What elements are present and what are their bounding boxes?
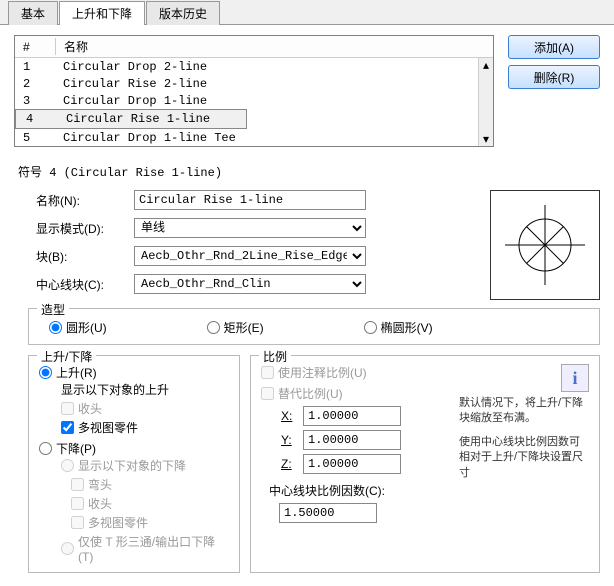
drop-radio[interactable]: 下降(P) xyxy=(39,440,229,457)
rise-soffit: 收头 xyxy=(61,400,229,417)
remove-button[interactable]: 删除(R) xyxy=(508,65,600,89)
block-select[interactable]: Aecb_Othr_Rnd_2Line_Rise_Edge xyxy=(134,246,366,266)
center-factor-input[interactable] xyxy=(279,503,377,523)
rise-show-label: 显示以下对象的上升 xyxy=(61,381,229,398)
name-label: 名称(N): xyxy=(14,192,134,209)
display-mode-label: 显示模式(D): xyxy=(14,220,134,237)
scroll-down-icon[interactable]: ▾ xyxy=(483,132,489,146)
row-num: 1 xyxy=(15,60,55,74)
row-name: Circular Rise 1-line xyxy=(58,112,244,126)
table-row[interactable]: 1Circular Drop 2-line xyxy=(15,58,478,75)
y-input[interactable] xyxy=(303,430,401,450)
tab-rise-drop[interactable]: 上升和下降 xyxy=(59,1,145,25)
symbol-table[interactable]: # 名称 1Circular Drop 2-line2Circular Rise… xyxy=(14,35,494,147)
shape-circle[interactable]: 圆形(U) xyxy=(49,319,107,336)
col-header-num[interactable]: # xyxy=(15,40,55,54)
scrollbar[interactable]: ▴ ▾ xyxy=(478,58,493,146)
center-block-label: 中心线块(C): xyxy=(14,276,134,293)
table-row[interactable]: 3Circular Drop 1-line xyxy=(15,92,478,109)
table-row[interactable]: 2Circular Rise 2-line xyxy=(15,75,478,92)
drop-show-label: 显示以下对象的下降 xyxy=(61,457,229,474)
rise-mv-part[interactable]: 多视图零件 xyxy=(61,419,229,436)
scale-legend: 比例 xyxy=(259,348,291,365)
row-num: 3 xyxy=(15,94,55,108)
table-row[interactable]: 5Circular Drop 1-line Tee xyxy=(15,129,478,146)
row-name: Circular Rise 2-line xyxy=(55,77,478,91)
info-text-1: 默认情况下，将上升/下降块缩放至布满。 xyxy=(459,396,589,427)
info-text-2: 使用中心线块比例因数可相对于上升/下降块设置尺寸 xyxy=(459,435,589,481)
display-mode-select[interactable]: 单线 xyxy=(134,218,366,238)
y-label: Y: xyxy=(261,433,303,447)
row-name: Circular Drop 1-line xyxy=(55,94,478,108)
anno-scale: 使用注释比例(U) xyxy=(261,364,451,381)
rise-drop-legend: 上升/下降 xyxy=(37,348,96,365)
shape-legend: 造型 xyxy=(37,301,69,318)
scroll-up-icon[interactable]: ▴ xyxy=(483,58,489,72)
drop-bend: 弯头 xyxy=(71,476,229,493)
drop-mv-part: 多视图零件 xyxy=(71,514,229,531)
rise-radio[interactable]: 上升(R) xyxy=(39,364,229,381)
tab-history[interactable]: 版本历史 xyxy=(146,1,220,25)
add-button[interactable]: 添加(A) xyxy=(508,35,600,59)
table-row[interactable]: 4Circular Rise 1-line xyxy=(15,109,247,129)
tab-basic[interactable]: 基本 xyxy=(8,1,58,25)
row-name: Circular Drop 1-line Tee xyxy=(55,131,478,145)
center-block-select[interactable]: Aecb_Othr_Rnd_Clin xyxy=(134,274,366,294)
row-num: 2 xyxy=(15,77,55,91)
z-label: Z: xyxy=(261,457,303,471)
row-num: 4 xyxy=(18,112,58,126)
center-factor-label: 中心线块比例因数(C): xyxy=(269,482,451,499)
block-label: 块(B): xyxy=(14,248,134,265)
shape-oval[interactable]: 椭圆形(V) xyxy=(364,319,433,336)
row-num: 5 xyxy=(15,131,55,145)
drop-soffit: 收头 xyxy=(71,495,229,512)
z-input[interactable] xyxy=(303,454,401,474)
tee-only: 仅使 T 形三通/输出口下降(T) xyxy=(61,533,229,564)
col-header-name[interactable]: 名称 xyxy=(55,38,477,55)
section-title: 符号 4 (Circular Rise 1-line) xyxy=(18,163,600,180)
override-scale: 替代比例(U) xyxy=(261,385,451,402)
x-label: X: xyxy=(261,409,303,423)
info-icon: i xyxy=(561,364,589,392)
preview-image xyxy=(490,190,600,300)
name-input[interactable] xyxy=(134,190,366,210)
x-input[interactable] xyxy=(303,406,401,426)
shape-rect[interactable]: 矩形(E) xyxy=(207,319,264,336)
row-name: Circular Drop 2-line xyxy=(55,60,478,74)
